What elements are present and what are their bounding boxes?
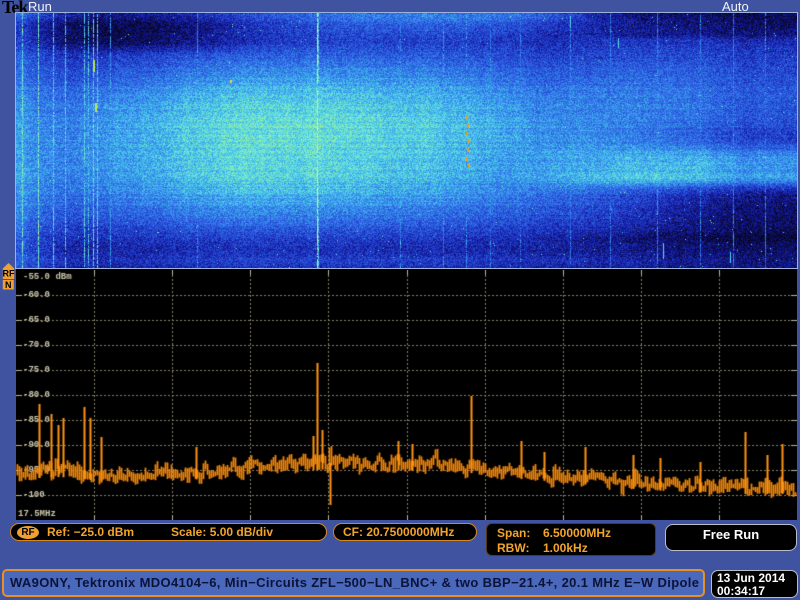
svg-text:RF: RF bbox=[3, 269, 15, 279]
svg-text:N: N bbox=[5, 280, 12, 290]
